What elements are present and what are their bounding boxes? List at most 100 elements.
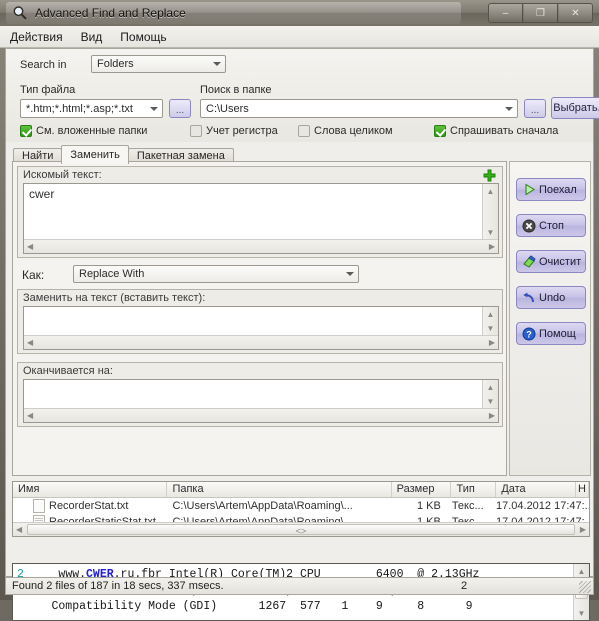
- scroll-down-icon[interactable]: ▼: [574, 606, 589, 620]
- chevron-down-icon: [501, 100, 517, 117]
- menu-item-view[interactable]: Вид: [81, 30, 103, 44]
- file-type-browse-button[interactable]: ...: [169, 99, 191, 118]
- scroll-right-icon[interactable]: ▶: [489, 242, 495, 251]
- table-row[interactable]: RecorderStat.txt C:\Users\Artem\AppData\…: [13, 498, 589, 514]
- client-area: Search in Folders Тип файла *.htm;*.html…: [5, 48, 599, 621]
- search-text-label: Искомый текст:: [23, 169, 102, 181]
- scroll-right-icon[interactable]: ▶: [580, 525, 586, 534]
- clear-button[interactable]: Очистит: [516, 250, 586, 273]
- ends-with-vscrollbar[interactable]: ▲ ▼: [482, 380, 498, 408]
- title-bar: Advanced Find and Replace – ❐ ✕: [0, 0, 599, 26]
- minimize-button[interactable]: –: [489, 4, 523, 22]
- file-type-value: *.htm;*.html;*.asp;*.txt: [26, 102, 133, 115]
- column-header-folder[interactable]: Папка: [167, 482, 392, 497]
- how-label: Как:: [22, 268, 45, 282]
- checkbox-label: Спрашивать сначала: [450, 125, 559, 137]
- scroll-right-icon[interactable]: ▶: [489, 411, 495, 420]
- preview-line3: Compatibility Mode (GDI) 1267 577 1 9 8 …: [17, 600, 473, 613]
- scroll-up-icon[interactable]: ▲: [483, 184, 498, 198]
- replace-panel: Искомый текст: cwer ▲ ▼ ◀ ▶ Как: Replace…: [12, 161, 507, 476]
- maximize-button[interactable]: ❐: [524, 4, 558, 22]
- checkbox-indicator: [190, 125, 202, 137]
- replace-text-hscrollbar[interactable]: ◀ ▶: [24, 335, 498, 349]
- scroll-up-icon[interactable]: ▲: [483, 307, 498, 321]
- folder-label: Поиск в папке: [200, 84, 272, 96]
- checkbox-ask-first[interactable]: Спрашивать сначала: [434, 125, 558, 137]
- run-button[interactable]: Поехал: [516, 178, 586, 201]
- ends-with-label: Оканчивается на:: [23, 365, 113, 377]
- menu-item-help[interactable]: Помощь: [120, 30, 166, 44]
- search-options-panel: Search in Folders Тип файла *.htm;*.html…: [6, 49, 599, 142]
- chevron-down-icon: [342, 266, 358, 282]
- status-count: 2: [461, 580, 468, 592]
- file-icon: [33, 499, 45, 513]
- menu-item-actions[interactable]: Действия: [10, 30, 63, 44]
- replace-text-group: Заменить на текст (вставить текст): ▲ ▼ …: [17, 289, 503, 354]
- column-header-size[interactable]: Размер: [392, 482, 452, 497]
- window-title: Advanced Find and Replace: [35, 6, 186, 20]
- cell-folder: C:\Users\Artem\AppData\Roaming\...: [172, 500, 353, 512]
- checkbox-match-case[interactable]: Учет регистра: [190, 125, 278, 137]
- tab-replace[interactable]: Заменить: [61, 145, 129, 164]
- replace-text-vscrollbar[interactable]: ▲ ▼: [482, 307, 498, 335]
- column-header-type[interactable]: Тип: [451, 482, 497, 497]
- scroll-up-icon[interactable]: ▲: [574, 564, 589, 578]
- ends-with-hscrollbar[interactable]: ◀ ▶: [24, 408, 498, 422]
- column-header-name[interactable]: Имя: [13, 482, 168, 497]
- search-text-group: Искомый текст: cwer ▲ ▼ ◀ ▶: [17, 166, 503, 258]
- application-window: Advanced Find and Replace – ❐ ✕ Действия…: [0, 0, 599, 621]
- stop-button-label: Стоп: [539, 219, 564, 232]
- results-list[interactable]: Имя Папка Размер Тип Дата Н RecorderStat…: [12, 481, 590, 537]
- run-button-label: Поехал: [539, 183, 577, 196]
- pick-folder-button[interactable]: Выбрать...: [551, 97, 599, 119]
- folder-combo[interactable]: C:\Users: [200, 99, 518, 118]
- how-value: Replace With: [79, 268, 145, 280]
- resize-grip-icon[interactable]: [579, 581, 591, 593]
- column-header-extra[interactable]: Н: [576, 482, 589, 497]
- scroll-down-icon[interactable]: ▼: [483, 394, 498, 408]
- cell-name: RecorderStat.txt: [49, 500, 129, 512]
- cell-size: 1 KB: [416, 500, 441, 512]
- scroll-down-icon[interactable]: ▼: [483, 225, 498, 239]
- replace-text-input[interactable]: ▲ ▼ ◀ ▶: [23, 306, 499, 350]
- magnifier-icon: [12, 5, 28, 21]
- scroll-up-icon[interactable]: ▲: [483, 380, 498, 394]
- scroll-right-icon[interactable]: ▶: [489, 338, 495, 347]
- checkbox-include-subfolders[interactable]: См. вложенные папки: [20, 125, 147, 137]
- results-hscrollbar[interactable]: ◀ <> ▶: [13, 522, 589, 536]
- replace-text-label: Заменить на текст (вставить текст):: [23, 292, 206, 304]
- search-in-label: Search in: [20, 59, 67, 71]
- column-header-date[interactable]: Дата: [496, 482, 577, 497]
- how-combo[interactable]: Replace With: [73, 265, 359, 283]
- checkbox-indicator: [298, 125, 310, 137]
- search-in-combo[interactable]: Folders: [91, 55, 226, 73]
- checkbox-whole-words[interactable]: Слова целиком: [298, 125, 393, 137]
- scroll-down-icon[interactable]: ▼: [483, 321, 498, 335]
- search-text-hscrollbar[interactable]: ◀ ▶: [24, 239, 498, 253]
- scrollbar-thumb[interactable]: <>: [27, 524, 575, 536]
- plus-icon[interactable]: [483, 169, 496, 182]
- search-text-vscrollbar[interactable]: ▲ ▼: [482, 184, 498, 239]
- checkbox-label: Учет регистра: [206, 125, 278, 137]
- status-bar: Found 2 files of 187 in 18 secs, 337 mse…: [5, 577, 594, 595]
- file-type-label: Тип файла: [20, 84, 76, 96]
- stop-button[interactable]: Стоп: [516, 214, 586, 237]
- svg-text:?: ?: [526, 329, 532, 339]
- scroll-left-icon[interactable]: ◀: [27, 242, 33, 251]
- play-icon: [519, 183, 539, 196]
- clear-button-label: Очистит: [539, 255, 582, 268]
- file-type-combo[interactable]: *.htm;*.html;*.asp;*.txt: [20, 99, 163, 118]
- help-button[interactable]: ? Помощ: [516, 322, 586, 345]
- ends-with-group: Оканчивается на: ▲ ▼ ◀ ▶: [17, 362, 503, 427]
- search-text-input[interactable]: cwer ▲ ▼ ◀ ▶: [23, 183, 499, 254]
- folder-browse-button[interactable]: ...: [524, 99, 546, 118]
- search-text-value: cwer: [29, 187, 55, 201]
- undo-button[interactable]: Undo: [516, 286, 586, 309]
- scroll-left-icon[interactable]: ◀: [27, 338, 33, 347]
- cell-type: Текс...: [451, 500, 484, 512]
- close-button[interactable]: ✕: [559, 4, 592, 22]
- ends-with-input[interactable]: ▲ ▼ ◀ ▶: [23, 379, 499, 423]
- scroll-left-icon[interactable]: ◀: [27, 411, 33, 420]
- action-buttons-panel: Поехал Стоп Очистит Undo ? Помощ: [509, 161, 591, 476]
- scroll-left-icon[interactable]: ◀: [16, 525, 22, 534]
